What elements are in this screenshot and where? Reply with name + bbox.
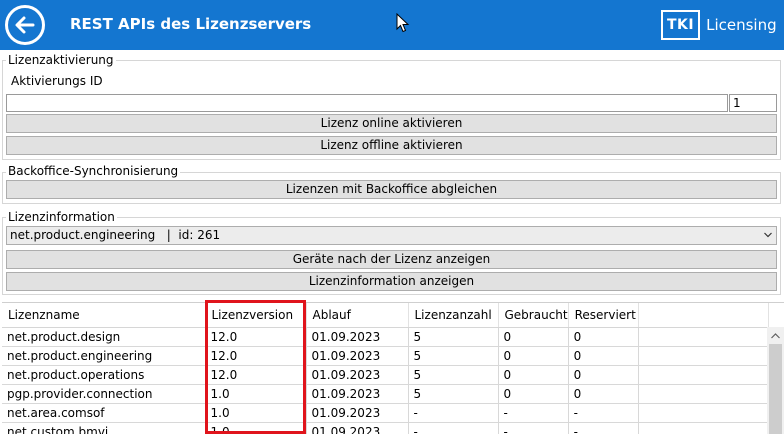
cell-reserved: 0 (568, 365, 639, 385)
cell-license-version: 12.0 (205, 365, 307, 385)
cell-reserved: 0 (568, 327, 639, 347)
column-header-count[interactable]: Lizenzanzahl (408, 303, 499, 328)
table-row[interactable]: net.product.design 12.0 01.09.2023 5 0 0 (2, 327, 769, 347)
column-header-used[interactable]: Gebraucht (498, 303, 569, 328)
cell-license-name: net.product.engineering (2, 346, 206, 366)
cell-filler (638, 384, 769, 404)
cell-license-name: net.custom.bmvi (2, 422, 206, 434)
cell-license-name: net.product.design (2, 327, 206, 347)
cell-license-count: 5 (408, 327, 499, 347)
cell-expiry: 01.09.2023 (306, 422, 409, 434)
cell-expiry: 01.09.2023 (306, 327, 409, 347)
table-row[interactable]: net.product.operations 12.0 01.09.2023 5… (2, 365, 769, 385)
cell-expiry: 01.09.2023 (306, 365, 409, 385)
cell-used: 0 (498, 384, 569, 404)
back-button[interactable] (5, 5, 45, 45)
cell-license-version: 1.0 (205, 403, 307, 423)
cell-license-count: 5 (408, 346, 499, 366)
activation-id-input[interactable] (6, 94, 728, 112)
table-row[interactable]: net.product.engineering 12.0 01.09.2023 … (2, 346, 769, 366)
scrollbar-thumb[interactable] (769, 344, 782, 434)
column-header-reserved[interactable]: Reserviert (568, 303, 639, 328)
cell-used: 0 (498, 365, 569, 385)
activation-id-label: Aktivierungs ID (11, 74, 103, 88)
cell-license-version: 1.0 (205, 384, 307, 404)
brand-logo-box: TKI (661, 10, 701, 40)
license-select[interactable]: net.product.engineering | id: 261 (6, 226, 777, 245)
cell-license-version: 12.0 (205, 327, 307, 347)
show-devices-button[interactable]: Geräte nach der Lizenz anzeigen (6, 250, 777, 269)
table-header-row: Lizenzname Lizenzversion Ablauf Lizenzan… (2, 303, 769, 328)
cell-filler (638, 422, 769, 434)
license-info-group-label: Lizenzinformation (6, 210, 117, 224)
cell-license-count: - (408, 403, 499, 423)
activation-group-label: Lizenzaktivierung (6, 53, 116, 67)
cell-used: - (498, 403, 569, 423)
cell-reserved: - (568, 403, 639, 423)
cell-used: 0 (498, 346, 569, 366)
cell-filler (638, 346, 769, 366)
cell-filler (638, 403, 769, 423)
cell-reserved: 0 (568, 346, 639, 366)
sync-group-label: Backoffice-Synchronisierung (6, 164, 181, 178)
sync-backoffice-button[interactable]: Lizenzen mit Backoffice abgleichen (6, 180, 777, 199)
cell-used: 0 (498, 327, 569, 347)
cell-license-count: 5 (408, 365, 499, 385)
cell-license-version: 1.0 (205, 422, 307, 434)
cell-expiry: 01.09.2023 (306, 346, 409, 366)
table-row[interactable]: net.area.comsof 1.0 01.09.2023 - - - (2, 403, 769, 423)
brand-logo-text: Licensing (706, 16, 777, 34)
mouse-cursor-icon (396, 13, 410, 33)
cell-license-name: pgp.provider.connection (2, 384, 206, 404)
activate-online-button[interactable]: Lizenz online aktivieren (6, 114, 777, 133)
cell-filler (638, 327, 769, 347)
page-title: REST APIs des Lizenzservers (70, 15, 312, 33)
table-scrollbar[interactable] (767, 327, 784, 434)
license-select-value: net.product.engineering | id: 261 (10, 228, 221, 242)
cell-expiry: 01.09.2023 (306, 384, 409, 404)
cell-license-name: net.product.operations (2, 365, 206, 385)
license-table-container: Lizenzname Lizenzversion Ablauf Lizenzan… (2, 302, 784, 434)
cell-reserved: - (568, 422, 639, 434)
cell-license-name: net.area.comsof (2, 403, 206, 423)
cell-license-count: - (408, 422, 499, 434)
cell-license-version: 12.0 (205, 346, 307, 366)
activation-count-input[interactable]: 1 (729, 94, 777, 112)
cell-filler (638, 365, 769, 385)
app-header: REST APIs des Lizenzservers TKI Licensin… (0, 0, 784, 50)
column-header-expiry[interactable]: Ablauf (306, 303, 409, 328)
cell-used: - (498, 422, 569, 434)
table-row[interactable]: pgp.provider.connection 1.0 01.09.2023 5… (2, 384, 769, 404)
scroll-up-arrow-icon[interactable] (771, 333, 780, 339)
column-header-version[interactable]: Lizenzversion (205, 303, 307, 328)
show-license-info-button[interactable]: Lizenzinformation anzeigen (6, 272, 777, 291)
brand-logo: TKI Licensing (661, 10, 777, 40)
cell-expiry: 01.09.2023 (306, 403, 409, 423)
table-row[interactable]: net.custom.bmvi 1.0 01.09.2023 - - - (2, 422, 769, 434)
activate-offline-button[interactable]: Lizenz offline aktivieren (6, 136, 777, 155)
column-header-filler (638, 303, 769, 328)
license-table: Lizenzname Lizenzversion Ablauf Lizenzan… (2, 303, 769, 434)
cell-license-count: 5 (408, 384, 499, 404)
arrow-left-icon (15, 16, 35, 34)
column-header-name[interactable]: Lizenzname (2, 303, 206, 328)
cell-reserved: 0 (568, 384, 639, 404)
chevron-down-icon (764, 232, 772, 238)
